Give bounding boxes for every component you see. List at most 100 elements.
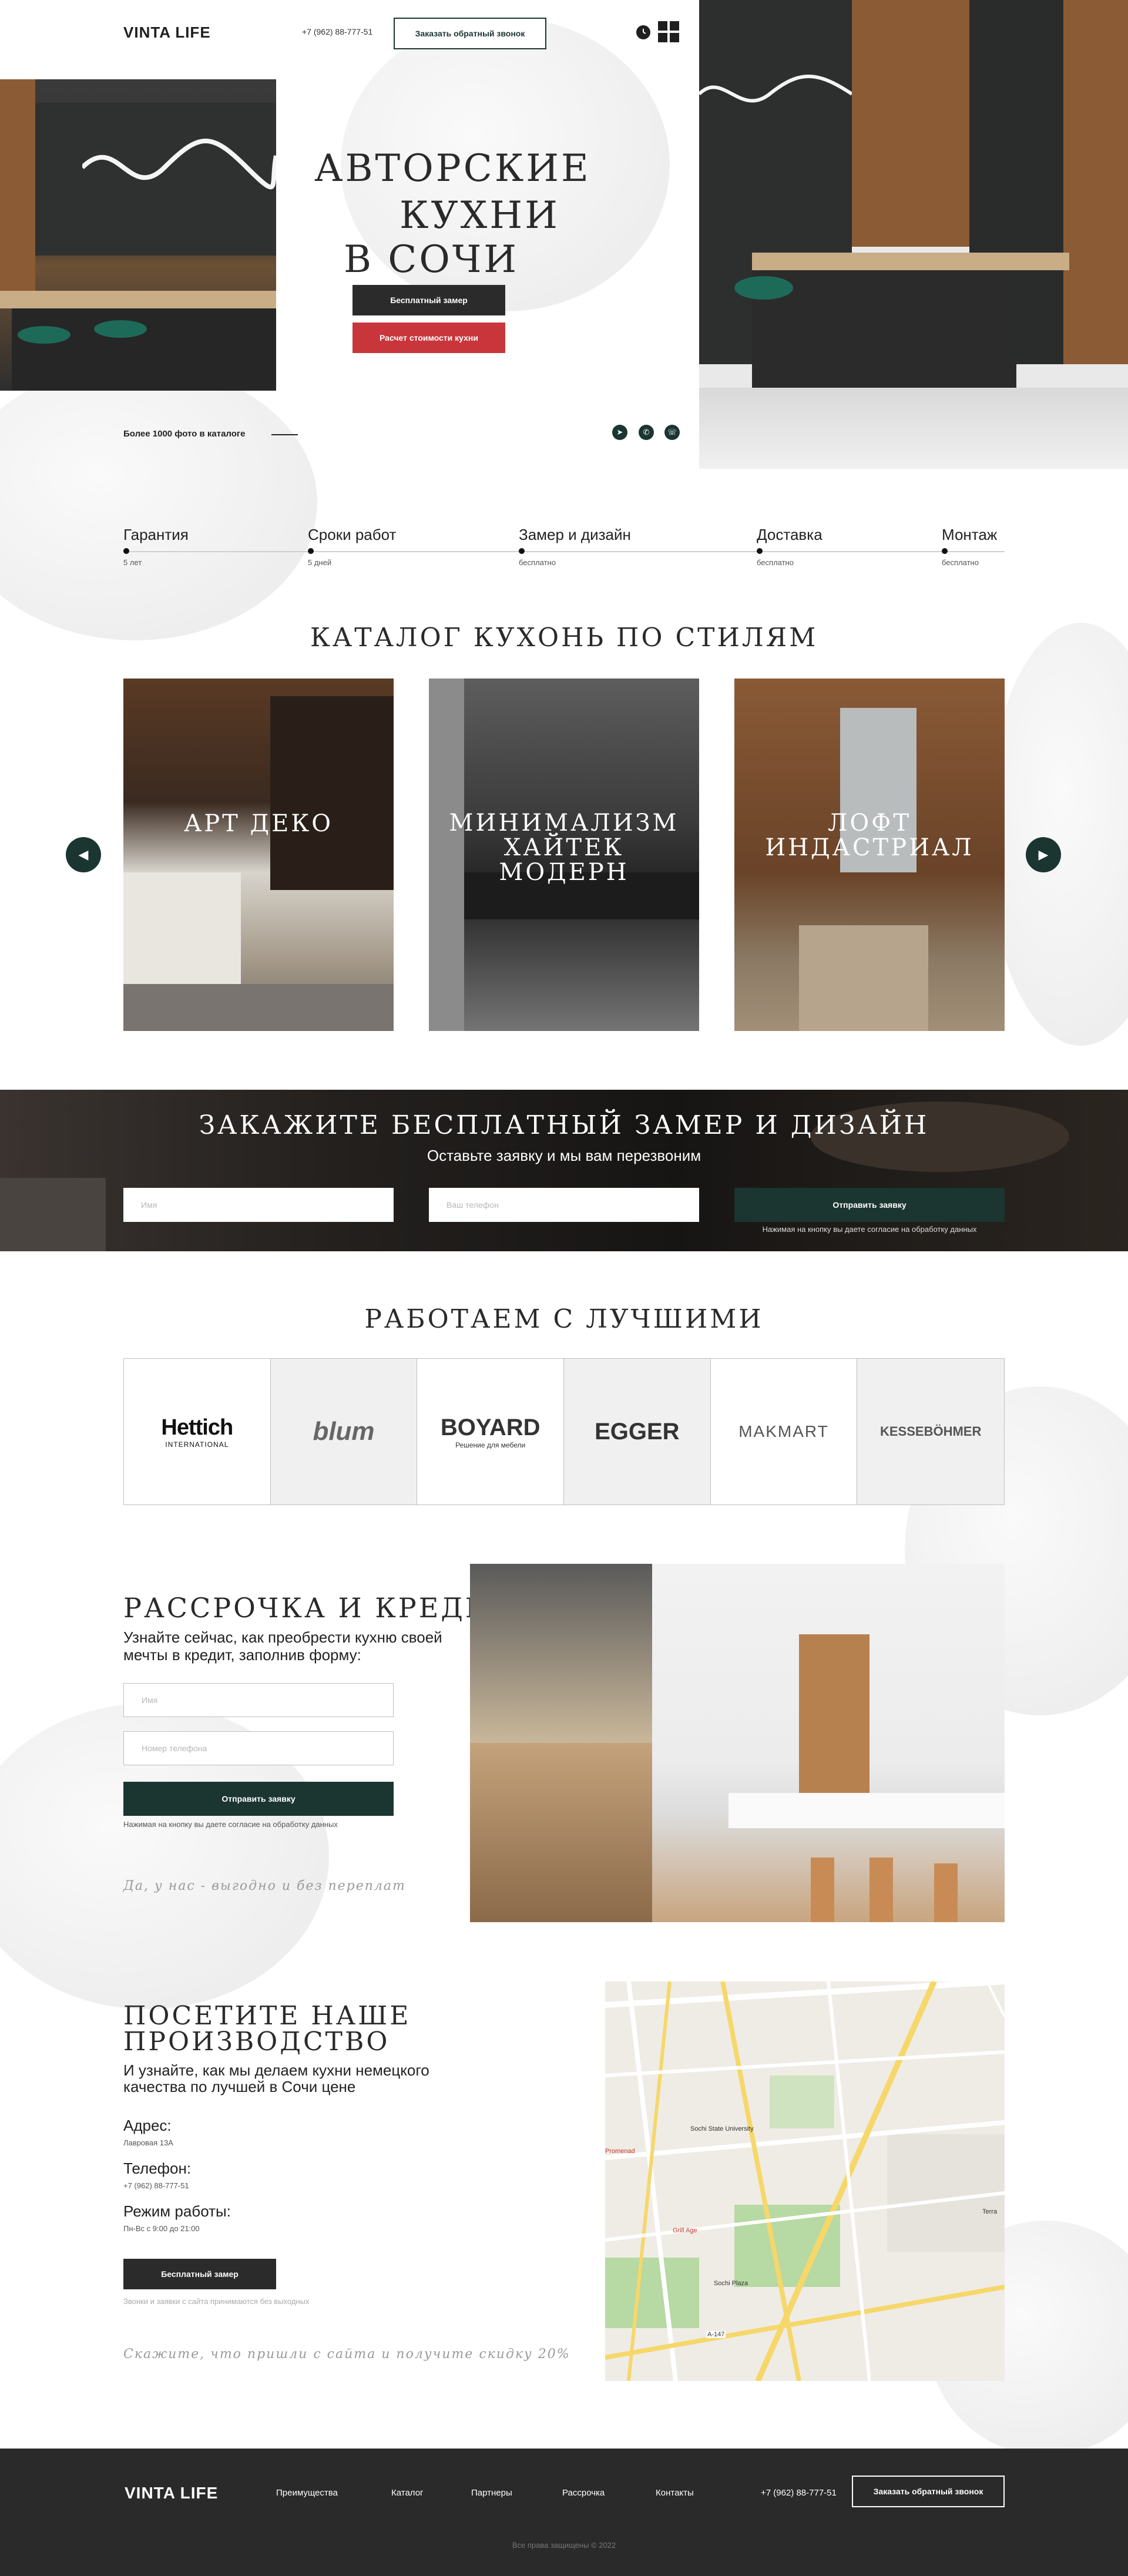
partners-grid: Hettich INTERNATIONAL blum BOYARD Решени…: [123, 1358, 1005, 1505]
hero-title-line2: кухни: [400, 194, 560, 237]
timeline-item: Гарантия 5 лет: [123, 526, 189, 567]
catalog-card-label: Арт деко: [183, 810, 334, 837]
visit-slogan: Скажите, что пришли с сайта и получите с…: [123, 2347, 570, 2362]
credit-title: Рассрочка и кредит: [123, 1592, 512, 1624]
catalog-card-line: Лофт: [827, 810, 912, 837]
measure-phone-input[interactable]: [429, 1188, 699, 1222]
header-phone[interactable]: +7 (962) 88-777-51: [302, 27, 372, 36]
catalog-card-label: Минимализм хайтек модерн: [429, 811, 699, 885]
footer-nav-item[interactable]: Партнеры: [471, 2488, 562, 2498]
footer-callback-button[interactable]: Заказать обратный звонок: [852, 2476, 1005, 2507]
visit-title: Посетите наше производство: [123, 2003, 411, 2055]
visit-note: Звонки и заявки с сайта принимаются без …: [123, 2297, 310, 2306]
credit-slogan: Да, у нас - выгодно и без переплат: [123, 1879, 406, 1893]
map-label: Terra: [982, 2208, 998, 2215]
measure-subtitle: Оставьте заявку и мы вам перезвоним: [427, 1147, 701, 1164]
visit-subtitle: И узнайте, как мы делаем кухни немецкого…: [123, 2061, 429, 2095]
partner-makmart[interactable]: MAKMART: [710, 1359, 858, 1504]
footer-nav-item[interactable]: Преимущества: [276, 2488, 391, 2498]
cost-calc-button[interactable]: Расчет стоимости кухни: [352, 323, 505, 353]
footer-logo[interactable]: VINTA LIFE: [125, 2484, 218, 2503]
partner-kessebohmer[interactable]: KESSEBÖHMER: [857, 1359, 1004, 1504]
measure-title: Закажите бесплатный замер и дизайн: [199, 1110, 929, 1140]
map-label: Sochi Plaza: [714, 2280, 748, 2287]
phone-value[interactable]: +7 (962) 88-777-51: [123, 2181, 189, 2190]
credit-consent: Нажимая на кнопку вы даете согласие на о…: [123, 1820, 338, 1829]
map-label: A-147: [706, 2331, 726, 2338]
measure-name-input[interactable]: [123, 1188, 394, 1222]
visit-title-line: производство: [123, 2027, 390, 2057]
catalog-card-line: модерн: [499, 859, 629, 886]
catalog-card-loft[interactable]: Лофт индастриал: [734, 679, 1005, 1031]
timeline-value: бесплатно: [942, 558, 979, 567]
hero-title-line3: в Сочи: [344, 238, 519, 281]
timeline-dot: [942, 548, 948, 554]
catalog-card-art-deco[interactable]: Арт деко: [123, 679, 394, 1031]
footer: [0, 2449, 1128, 2576]
whatsapp-icon[interactable]: ✆: [639, 425, 654, 440]
footer-phone[interactable]: +7 (962) 88-777-51: [761, 2488, 837, 2498]
free-measure-button[interactable]: Бесплатный замер: [352, 285, 505, 315]
marble-decor: [987, 623, 1128, 1046]
catalog-title: Каталог кухонь по стилям: [310, 623, 818, 653]
map-label: Grill Age: [673, 2227, 697, 2234]
catalog-note[interactable]: Более 1000 фото в каталоге: [123, 429, 246, 439]
catalog-card-line: хайтек: [503, 834, 625, 861]
address-label: Адрес:: [123, 2117, 172, 2134]
timeline-item: Сроки работ 5 дней: [308, 526, 396, 567]
credit-subtitle: Узнайте сейчас, как преобрести кухню сво…: [123, 1628, 442, 1664]
footer-nav: Преимущества Каталог Партнеры Рассрочка …: [276, 2488, 726, 2498]
carousel-prev-button[interactable]: ◀: [66, 837, 101, 872]
footer-nav-item[interactable]: Каталог: [391, 2488, 471, 2498]
partner-blum[interactable]: blum: [270, 1359, 418, 1504]
callback-button[interactable]: Заказать обратный звонок: [394, 18, 546, 49]
hours-value: Пн-Вс с 9:00 до 21:00: [123, 2224, 200, 2233]
map-label: Promenad: [605, 2148, 635, 2155]
timeline-dot: [308, 548, 314, 554]
timeline-title: Гарантия: [123, 526, 189, 543]
timeline-value: бесплатно: [519, 558, 556, 567]
measure-submit-button[interactable]: Отправить заявку: [734, 1188, 1005, 1222]
catalog-card-label: Лофт индастриал: [734, 811, 1005, 860]
credit-name-input[interactable]: [123, 1683, 394, 1717]
telegram-icon[interactable]: ➤: [612, 425, 627, 440]
catalog-card-line: индастриал: [765, 834, 974, 861]
timeline-item: Замер и дизайн бесплатно: [519, 526, 631, 567]
carousel-next-button[interactable]: ▶: [1026, 837, 1061, 872]
timeline-title: Доставка: [757, 526, 822, 543]
timeline-dot: [757, 548, 763, 554]
timeline-value: 5 дней: [308, 558, 332, 567]
visit-title-line: Посетите наше: [123, 2001, 411, 2031]
hours-label: Режим работы:: [123, 2202, 231, 2220]
marble-decor: [0, 364, 317, 640]
logo[interactable]: VINTA LIFE: [123, 23, 211, 42]
credit-phone-input[interactable]: [123, 1731, 394, 1765]
hero-kitchen-photo-right: [699, 0, 1128, 469]
partner-hettich[interactable]: Hettich INTERNATIONAL: [124, 1359, 271, 1504]
location-map[interactable]: Sochi State University Promenad Grill Ag…: [605, 1981, 1005, 2381]
credit-photo-collage: [470, 1564, 1005, 1922]
partners-title: Работаем с лучшими: [364, 1304, 764, 1334]
timeline-value: бесплатно: [757, 558, 794, 567]
partner-egger[interactable]: EGGER: [564, 1359, 711, 1504]
phone-label: Телефон:: [123, 2159, 192, 2177]
timeline-dot: [123, 548, 129, 554]
catalog-note-line: [271, 434, 298, 435]
grid-menu-icon[interactable]: [658, 21, 679, 42]
timeline-item: Монтаж бесплатно: [942, 526, 997, 567]
timeline-title: Замер и дизайн: [519, 526, 631, 543]
timeline-value: 5 лет: [123, 558, 142, 567]
timeline-title: Монтаж: [942, 526, 998, 543]
visit-measure-button[interactable]: Бесплатный замер: [123, 2259, 276, 2289]
footer-nav-item[interactable]: Контакты: [656, 2488, 726, 2498]
viber-icon[interactable]: ☏: [664, 425, 680, 440]
catalog-card-minimalism[interactable]: Минимализм хайтек модерн: [429, 679, 699, 1031]
timeline-dot: [519, 548, 525, 554]
hero-title-line1: Авторские: [314, 147, 591, 190]
partner-boyard[interactable]: BOYARD Решение для мебели: [417, 1359, 564, 1504]
credit-submit-button[interactable]: Отправить заявку: [123, 1782, 394, 1816]
map-label: Sochi State University: [690, 2125, 754, 2132]
footer-nav-item[interactable]: Рассрочка: [562, 2488, 656, 2498]
address-value: Лавровая 13А: [123, 2138, 173, 2147]
timeline-title: Сроки работ: [308, 526, 397, 543]
